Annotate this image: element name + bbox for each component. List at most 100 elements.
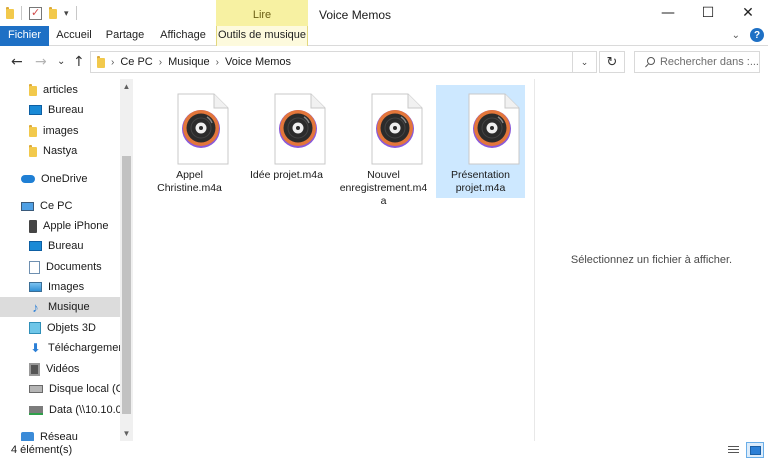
sidebar-item[interactable]: Data (\\10.10.0.3 <box>0 400 120 420</box>
breadcrumb-separator[interactable]: › <box>216 57 219 68</box>
sidebar-item[interactable]: Nastya <box>0 141 120 161</box>
scroll-down-button[interactable]: ▼ <box>120 426 133 440</box>
audio-file-icon <box>371 93 423 165</box>
sidebar-item-label: Apple iPhone <box>43 220 109 232</box>
sidebar-item[interactable]: Réseau <box>0 427 120 441</box>
audio-file-icon <box>177 93 229 165</box>
refresh-button[interactable]: ↻ <box>599 51 625 73</box>
tab-share[interactable]: Partage <box>103 26 147 46</box>
address-history-button[interactable]: ⌄ <box>572 52 596 72</box>
music-icon: ♪ <box>32 299 39 315</box>
title-bar: ▾ Lire Voice Memos — ☐ ✕ <box>0 0 768 26</box>
properties-icon[interactable] <box>29 6 42 20</box>
sidebar-item-label: Nastya <box>43 145 78 157</box>
file-name: Nouvel enregistrement.m4a <box>339 169 428 207</box>
iphone-icon <box>29 219 37 233</box>
breadcrumb-musique[interactable]: Musique <box>168 56 210 68</box>
breadcrumb-separator[interactable]: › <box>111 57 114 68</box>
up-button[interactable]: ↑ <box>73 54 85 70</box>
sidebar-item[interactable]: Disque local (C:) <box>0 379 120 399</box>
sidebar-item-label: Objets 3D <box>47 322 96 334</box>
file-item[interactable]: Nouvel enregistrement.m4a <box>339 85 428 207</box>
new-folder-icon[interactable] <box>49 7 57 19</box>
scroll-up-button[interactable]: ▲ <box>120 79 133 93</box>
downloads-icon: ⬇ <box>30 340 41 355</box>
navigation-scrollbar[interactable]: ▲ ▼ <box>120 79 133 441</box>
onedrive-icon <box>21 175 35 183</box>
forward-button[interactable]: → <box>35 54 47 70</box>
tab-music-tools[interactable]: Outils de musique <box>216 26 308 46</box>
network-drive-icon <box>29 405 43 415</box>
sidebar-item-label: articles <box>43 84 78 96</box>
minimize-button[interactable]: — <box>648 0 688 26</box>
folder-icon <box>29 145 37 157</box>
sidebar-item[interactable]: Objets 3D <box>0 318 120 338</box>
sidebar-item[interactable]: Images <box>0 277 120 297</box>
file-item[interactable]: Présentation projet.m4a <box>436 85 525 198</box>
search-icon <box>644 56 655 68</box>
local-disk-icon <box>29 385 43 393</box>
sidebar-item[interactable]: ♪ Musique <box>0 297 120 317</box>
sidebar-item[interactable]: ⬇ Téléchargements <box>0 338 120 358</box>
large-icons-view-button[interactable] <box>746 442 764 458</box>
sidebar-item[interactable]: articles <box>0 80 120 100</box>
search-input[interactable]: Rechercher dans :... <box>660 56 759 68</box>
sidebar-item[interactable]: Vidéos <box>0 359 120 379</box>
qat-customize-button[interactable]: ▾ <box>64 8 69 19</box>
folder-icon <box>29 125 37 137</box>
tab-file[interactable]: Fichier <box>0 26 49 46</box>
folder-icon <box>97 56 105 68</box>
sidebar-item-label: Ce PC <box>40 200 73 212</box>
preview-message: Sélectionnez un fichier à afficher. <box>570 254 733 266</box>
large-icons-view-icon <box>749 445 761 455</box>
file-item[interactable]: Appel Christine.m4a <box>145 85 234 198</box>
sidebar-item[interactable]: images <box>0 121 120 141</box>
help-icon[interactable]: ? <box>750 28 764 42</box>
breadcrumb-voice-memos[interactable]: Voice Memos <box>225 56 291 68</box>
details-view-icon <box>727 445 739 455</box>
address-row: ← → ⌄ ↑ › Ce PC › Musique › Voice Memos … <box>0 46 768 79</box>
tab-home[interactable]: Accueil <box>54 26 94 46</box>
sidebar-item-label: Musique <box>48 301 90 313</box>
sidebar-item-label: images <box>43 125 79 137</box>
item-count: 4 élément(s) <box>11 444 73 456</box>
ribbon-tabs: Fichier Accueil Partage Affichage Outils… <box>0 26 768 46</box>
qat-separator <box>21 6 22 20</box>
expand-ribbon-icon[interactable]: ⌄ <box>732 30 740 41</box>
tab-view[interactable]: Affichage <box>158 26 208 46</box>
quick-access-toolbar: ▾ <box>6 6 77 20</box>
network-icon <box>21 432 34 441</box>
file-list: Appel Christine.m4a Idée projet.m4a Nouv… <box>134 79 534 441</box>
search-box[interactable]: Rechercher dans :... <box>634 51 760 73</box>
window-controls: — ☐ ✕ <box>648 0 768 26</box>
maximize-button[interactable]: ☐ <box>688 0 728 26</box>
sidebar-item[interactable]: Documents <box>0 257 120 277</box>
recent-locations-button[interactable]: ⌄ <box>57 56 65 67</box>
qat-separator <box>75 6 77 20</box>
sidebar-item-label: Images <box>48 281 85 293</box>
videos-icon <box>29 362 40 376</box>
sidebar-item[interactable]: Bureau <box>0 236 120 256</box>
window-title: Voice Memos <box>319 8 392 22</box>
breadcrumb-separator[interactable]: › <box>159 57 162 68</box>
sidebar-item-label: Téléchargements <box>48 342 120 354</box>
back-button[interactable]: ← <box>11 54 23 70</box>
details-view-button[interactable] <box>724 442 742 458</box>
sidebar-item-label: Data (\\10.10.0.3 <box>49 404 120 416</box>
ribbon-right-controls: ⌄ ? <box>732 28 764 42</box>
file-item[interactable]: Idée projet.m4a <box>242 85 331 198</box>
scrollbar-thumb[interactable] <box>122 156 131 414</box>
folder-icon <box>6 7 14 19</box>
address-bar[interactable]: › Ce PC › Musique › Voice Memos ⌄ <box>90 51 597 73</box>
sidebar-item[interactable]: Apple iPhone <box>0 216 120 236</box>
navigation-pane: articles Bureau images Nastya OneDrive Ce PC A… <box>0 79 134 441</box>
sidebar-item[interactable]: OneDrive <box>0 169 120 189</box>
audio-file-icon <box>274 93 326 165</box>
view-toggle <box>724 442 764 458</box>
sidebar-item[interactable]: Bureau <box>0 100 120 120</box>
close-button[interactable]: ✕ <box>728 0 768 26</box>
breadcrumb-ce-pc[interactable]: Ce PC <box>120 56 152 68</box>
documents-icon <box>29 260 40 274</box>
sidebar-item-label: Bureau <box>48 240 84 252</box>
sidebar-item[interactable]: Ce PC <box>0 196 120 216</box>
